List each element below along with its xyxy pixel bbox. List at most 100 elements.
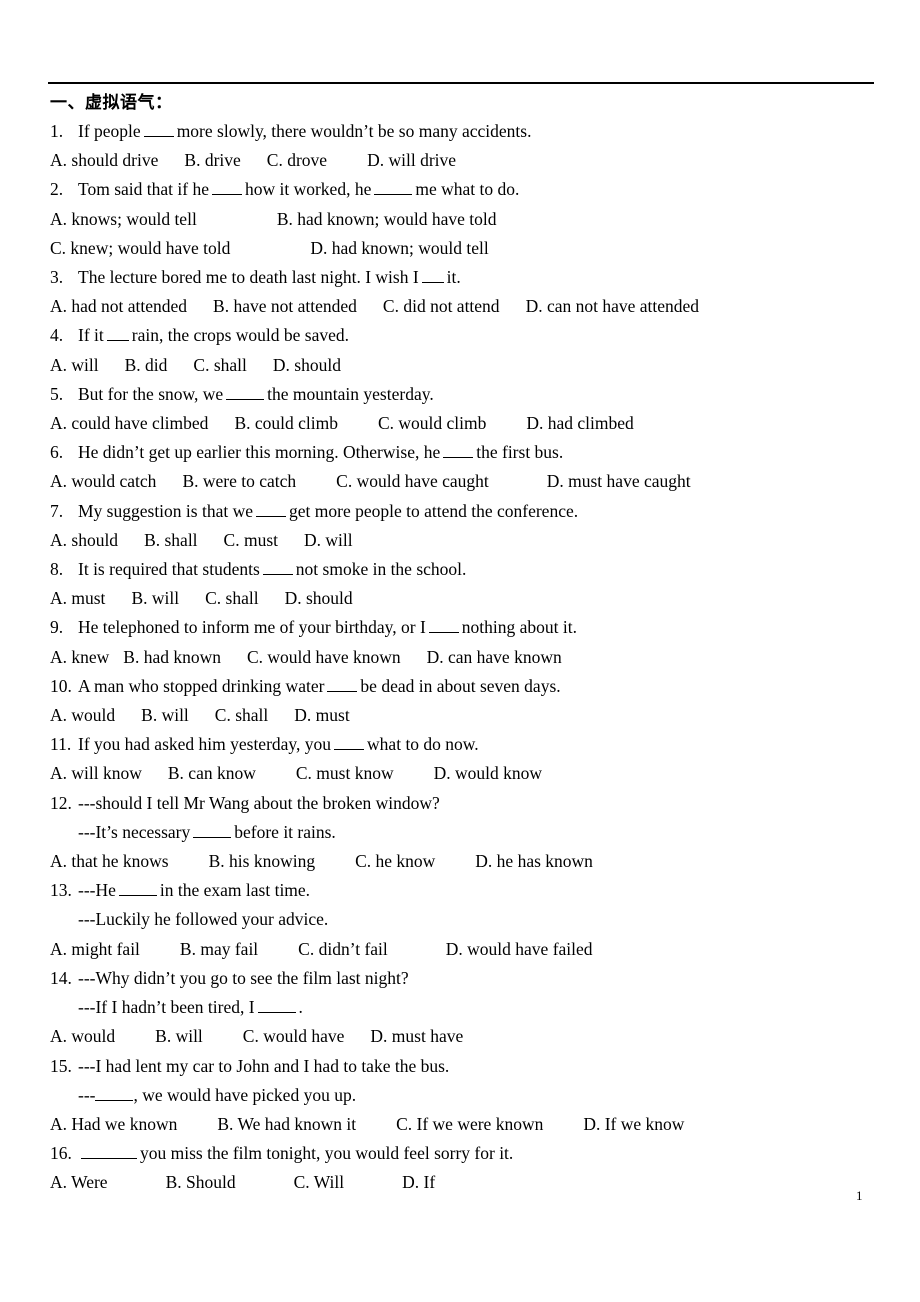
- option-b[interactable]: B. drive: [184, 150, 240, 170]
- option-c[interactable]: C. must: [224, 530, 278, 550]
- option-b[interactable]: B. will: [155, 1026, 203, 1046]
- option-a[interactable]: A. had not attended: [50, 296, 187, 316]
- option-d[interactable]: D. must: [294, 705, 349, 725]
- answer-blank[interactable]: [257, 1000, 296, 1014]
- continuation-text: ---Luckily he followed your advice.: [78, 909, 329, 930]
- question-stem: 3. The lecture bored me to death last nig…: [48, 263, 874, 292]
- option-b[interactable]: B. shall: [144, 530, 197, 550]
- answer-blank[interactable]: [334, 737, 365, 751]
- question-number: 13.: [50, 880, 72, 901]
- option-b[interactable]: B. his knowing: [209, 851, 315, 871]
- question-stem: 16. you miss the film tonight, you would …: [48, 1139, 874, 1168]
- answer-blank[interactable]: [256, 503, 286, 517]
- option-b[interactable]: B. We had known it: [217, 1114, 356, 1134]
- answer-blank[interactable]: [443, 445, 474, 459]
- option-d[interactable]: D. will: [304, 530, 353, 550]
- answer-blank[interactable]: [226, 386, 265, 400]
- option-a[interactable]: A. Had we known: [50, 1114, 177, 1134]
- answer-blank[interactable]: [118, 883, 157, 897]
- option-a[interactable]: A. that he knows: [50, 851, 169, 871]
- option-a[interactable]: A. would: [50, 705, 115, 725]
- question-text: A man who stopped drinking water: [78, 675, 325, 696]
- option-b[interactable]: B. have not attended: [213, 296, 357, 316]
- option-c[interactable]: C. Will: [294, 1172, 345, 1192]
- answer-blank[interactable]: [262, 561, 293, 576]
- option-b[interactable]: B. will: [131, 588, 179, 608]
- option-c[interactable]: C. must know: [296, 763, 394, 783]
- question-number: 5.: [50, 383, 64, 404]
- answer-blank[interactable]: [193, 824, 232, 838]
- answer-blank[interactable]: [421, 269, 444, 284]
- question-text: My suggestion is that we: [78, 500, 253, 521]
- option-d[interactable]: D. had climbed: [526, 413, 633, 433]
- option-a[interactable]: A. will know: [50, 763, 142, 783]
- option-b[interactable]: B. had known: [123, 647, 221, 667]
- option-d[interactable]: D. he has known: [475, 851, 593, 871]
- option-d[interactable]: D. If we know: [583, 1114, 684, 1134]
- answer-blank[interactable]: [81, 1146, 137, 1160]
- option-row: A. Had we known B. We had known it C. If w…: [48, 1110, 874, 1139]
- option-b[interactable]: B. could climb: [234, 413, 338, 433]
- option-a[interactable]: A. should drive: [50, 150, 158, 170]
- option-b[interactable]: B. did: [125, 355, 168, 375]
- question-stem: 8. It is required that students not smoke …: [48, 555, 874, 584]
- option-c[interactable]: C. shall: [205, 588, 258, 608]
- question-number: 11.: [50, 734, 72, 755]
- option-d[interactable]: D. If: [402, 1172, 435, 1192]
- option-d[interactable]: D. must have: [370, 1026, 463, 1046]
- option-d[interactable]: D. should: [273, 355, 341, 375]
- option-c[interactable]: C. didn’t fail: [298, 939, 388, 959]
- option-c[interactable]: C. shall: [193, 355, 246, 375]
- option-b[interactable]: B. will: [141, 705, 189, 725]
- answer-blank[interactable]: [327, 678, 358, 692]
- option-c[interactable]: C. would have: [243, 1026, 345, 1046]
- option-a[interactable]: A. should: [50, 530, 118, 550]
- question-text: He telephoned to inform me of your birth…: [78, 617, 426, 638]
- option-c[interactable]: C. would climb: [378, 413, 486, 433]
- question-text-after: you miss the film tonight, you would fee…: [140, 1143, 514, 1164]
- section-heading: 一、虚拟语气：: [50, 93, 173, 112]
- option-b[interactable]: B. Should: [166, 1172, 236, 1192]
- option-d[interactable]: D. had known; would tell: [310, 238, 488, 258]
- option-b[interactable]: B. had known; would have told: [277, 209, 497, 229]
- option-row: A. must B. will C. shall D. should: [48, 584, 874, 613]
- question-stem: 4. If it rain, the crops would be saved.: [48, 321, 874, 350]
- option-c[interactable]: C. If we were known: [396, 1114, 543, 1134]
- option-c[interactable]: C. would have known: [247, 647, 401, 667]
- answer-blank[interactable]: [428, 620, 459, 634]
- option-d[interactable]: D. must have caught: [547, 471, 691, 491]
- answer-blank[interactable]: [143, 123, 174, 137]
- option-a[interactable]: A. will: [50, 355, 99, 375]
- option-d[interactable]: D. will drive: [367, 150, 456, 170]
- answer-blank[interactable]: [95, 1087, 134, 1101]
- option-d[interactable]: D. should: [285, 588, 353, 608]
- option-d[interactable]: D. can not have attended: [526, 296, 699, 316]
- option-c[interactable]: C. drove: [267, 150, 327, 170]
- option-c[interactable]: C. did not attend: [383, 296, 500, 316]
- answer-blank[interactable]: [211, 182, 242, 196]
- option-row: A. Were B. Should C. Will D. If: [48, 1168, 874, 1197]
- option-a[interactable]: A. must: [50, 588, 105, 608]
- option-c[interactable]: C. knew; would have told: [50, 238, 230, 258]
- option-row: A. knew B. had known C. would have known D.…: [48, 643, 874, 672]
- answer-blank[interactable]: [374, 182, 413, 196]
- option-d[interactable]: D. would have failed: [446, 939, 593, 959]
- option-c[interactable]: C. shall: [215, 705, 268, 725]
- option-a[interactable]: A. would catch: [50, 471, 156, 491]
- option-a[interactable]: A. might fail: [50, 939, 140, 959]
- option-a[interactable]: A. Were: [50, 1172, 108, 1192]
- option-b[interactable]: B. may fail: [180, 939, 258, 959]
- question-continuation: ---Luckily he followed your advice.: [48, 905, 874, 934]
- option-b[interactable]: B. can know: [168, 763, 256, 783]
- answer-blank[interactable]: [106, 328, 129, 342]
- question-number: 1.: [50, 121, 64, 141]
- option-d[interactable]: D. would know: [434, 763, 542, 783]
- option-a[interactable]: A. knew: [50, 647, 109, 667]
- option-a[interactable]: A. knows; would tell: [50, 209, 197, 229]
- option-b[interactable]: B. were to catch: [182, 471, 296, 491]
- option-a[interactable]: A. could have climbed: [50, 413, 208, 433]
- option-c[interactable]: C. he know: [355, 851, 435, 871]
- option-d[interactable]: D. can have known: [427, 647, 562, 667]
- option-a[interactable]: A. would: [50, 1026, 115, 1046]
- option-c[interactable]: C. would have caught: [336, 471, 489, 491]
